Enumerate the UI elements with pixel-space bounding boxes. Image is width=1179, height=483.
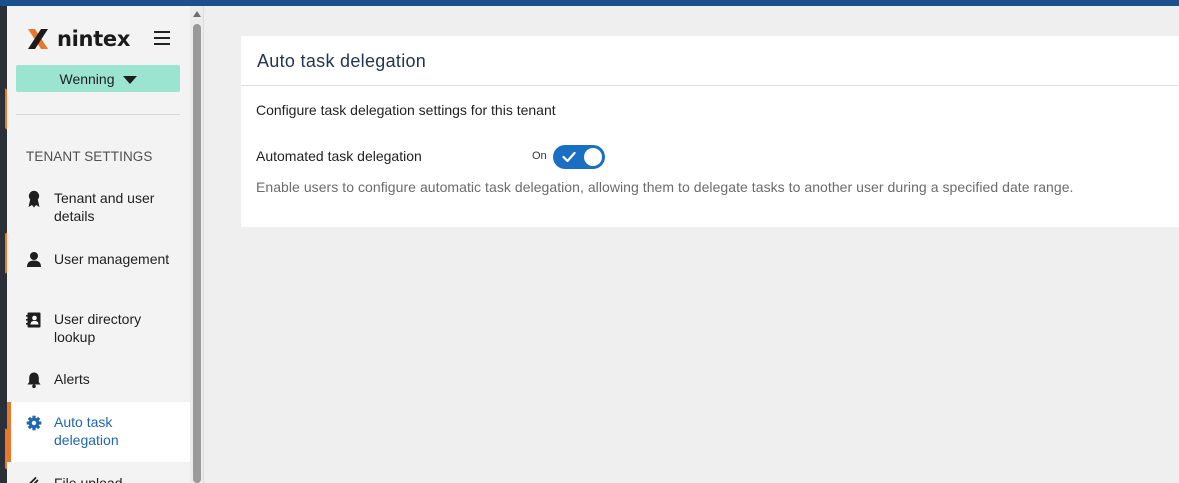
card-divider — [241, 85, 1179, 86]
settings-card: Auto task delegation Configure task dele… — [241, 36, 1179, 227]
card-description: Configure task delegation settings for t… — [256, 102, 556, 118]
bell-icon — [27, 372, 41, 389]
contact-book-icon — [26, 312, 41, 328]
automated-task-delegation-toggle[interactable] — [553, 145, 605, 169]
sidebar-item-user-management[interactable]: User management — [7, 250, 190, 269]
automated-task-delegation-label: Automated task delegation — [256, 148, 422, 164]
scrollbar-thumb[interactable] — [193, 24, 201, 483]
section-heading: TENANT SETTINGS — [26, 149, 153, 164]
toggle-state-label: On — [532, 150, 547, 162]
background-strip — [0, 6, 7, 483]
setting-help-text: Enable users to configure automatic task… — [256, 179, 1074, 195]
sidebar-item-auto-task-delegation[interactable]: Auto task delegation — [7, 402, 190, 462]
sidebar-item-tenant-and-user-details[interactable]: Tenant and user details — [7, 189, 190, 225]
sidebar-item-label: User management — [54, 251, 170, 267]
user-icon — [27, 252, 41, 267]
sidebar-item-user-directory-lookup[interactable]: User directory lookup — [7, 310, 190, 346]
sidebar-item-label: User directory lookup — [54, 311, 142, 345]
paperclip-icon — [29, 477, 39, 483]
sidebar-item-file-upload[interactable]: File upload — [7, 474, 190, 483]
toggle-knob — [584, 148, 602, 166]
sidebar-item-label: Alerts — [54, 371, 90, 387]
sidebar-item-alerts[interactable]: Alerts — [7, 370, 190, 389]
sidebar-item-label: File upload — [54, 475, 123, 483]
sidebar-divider — [16, 114, 180, 115]
sidebar-item-label: Tenant and user details — [54, 190, 155, 224]
tenant-selector-label: Wenning — [59, 70, 115, 87]
checkmark-icon — [562, 151, 576, 163]
page-title: Auto task delegation — [257, 51, 427, 71]
gear-icon — [26, 415, 42, 431]
nintex-logo[interactable]: nintex — [25, 27, 130, 51]
hamburger-menu-icon[interactable] — [154, 31, 170, 45]
sidebar-item-label: Auto task delegation — [54, 414, 119, 448]
sidebar: nintex Wenning TENANT SETTINGS Tenant an… — [7, 6, 190, 483]
logo-text: nintex — [57, 27, 131, 51]
scroll-up-arrow-icon[interactable] — [193, 11, 201, 17]
caret-down-icon — [122, 75, 137, 84]
ribbon-icon — [28, 190, 40, 208]
sidebar-scrollbar[interactable] — [190, 6, 204, 483]
tenant-selector-button[interactable]: Wenning — [16, 65, 180, 92]
nintex-logo-icon — [28, 29, 48, 49]
